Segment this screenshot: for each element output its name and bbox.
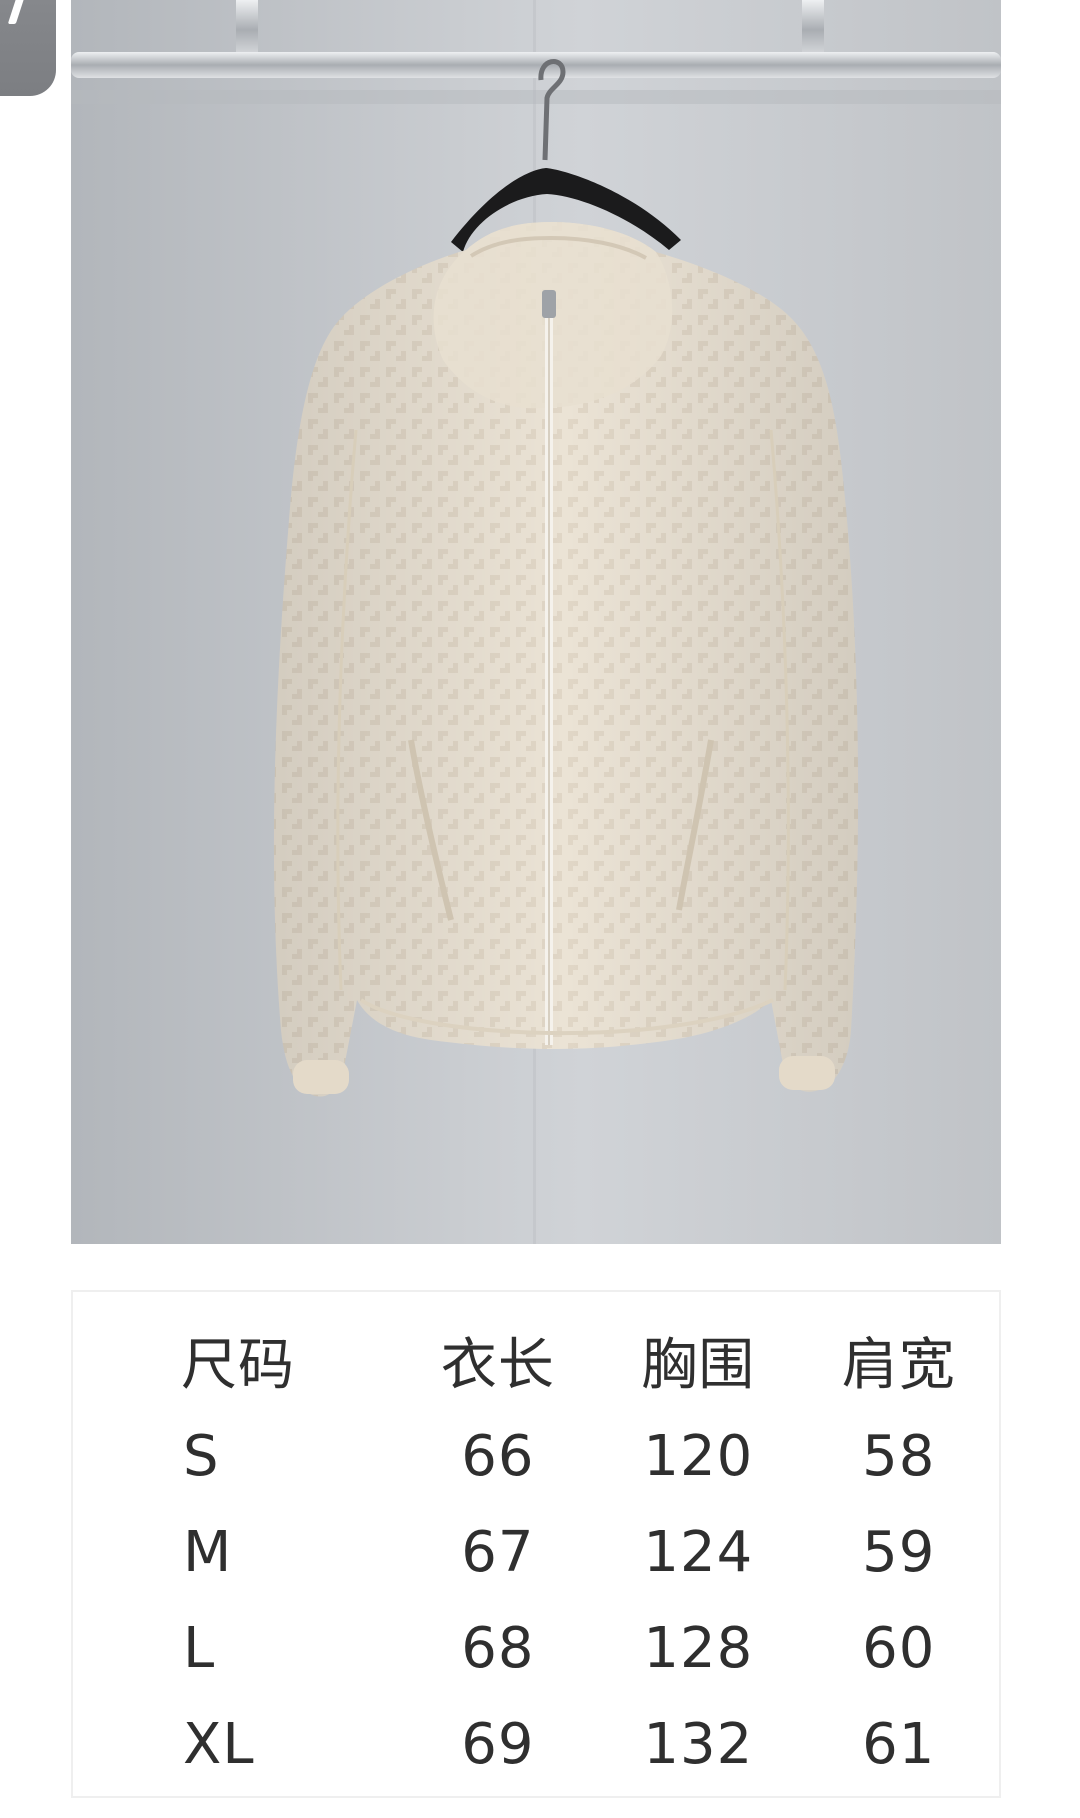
size-table: 尺码 衣长 胸围 肩宽 S 66 120 58 M 67 124 59 L 68…	[73, 1292, 999, 1792]
table-row: XL 69 132 61	[73, 1696, 999, 1792]
table-row: S 66 120 58	[73, 1408, 999, 1504]
adjacent-tile-corner[interactable]	[0, 0, 56, 96]
product-photo[interactable]	[71, 0, 1001, 1244]
size-chart: 尺码 衣长 胸围 肩宽 S 66 120 58 M 67 124 59 L 68…	[71, 1290, 1001, 1798]
header-length: 衣长	[440, 1332, 555, 1398]
cell-chest: 132	[643, 1711, 754, 1777]
cell-length: 66	[461, 1423, 535, 1489]
header-shoulder: 肩宽	[841, 1332, 956, 1398]
table-row: L 68 128 60	[73, 1600, 999, 1696]
jacket-photo-illustration	[71, 0, 1001, 1244]
tile-glyph-icon	[7, 0, 25, 24]
cell-chest: 128	[643, 1615, 754, 1681]
cell-size: S	[183, 1423, 220, 1489]
cell-size: L	[183, 1615, 216, 1681]
cell-chest: 124	[643, 1519, 754, 1585]
cell-shoulder: 58	[862, 1423, 936, 1489]
cell-length: 68	[461, 1615, 535, 1681]
cell-shoulder: 60	[862, 1615, 936, 1681]
product-page: 尺码 衣长 胸围 肩宽 S 66 120 58 M 67 124 59 L 68…	[0, 0, 1080, 1818]
table-header-row: 尺码 衣长 胸围 肩宽	[73, 1292, 999, 1408]
cell-length: 69	[461, 1711, 535, 1777]
cell-shoulder: 61	[862, 1711, 936, 1777]
cell-size: M	[183, 1519, 233, 1585]
cell-shoulder: 59	[862, 1519, 936, 1585]
cell-chest: 120	[643, 1423, 754, 1489]
header-chest: 胸围	[641, 1332, 756, 1398]
header-size: 尺码	[181, 1332, 295, 1398]
table-row: M 67 124 59	[73, 1504, 999, 1600]
cell-size: XL	[183, 1711, 255, 1777]
cell-length: 67	[461, 1519, 535, 1585]
